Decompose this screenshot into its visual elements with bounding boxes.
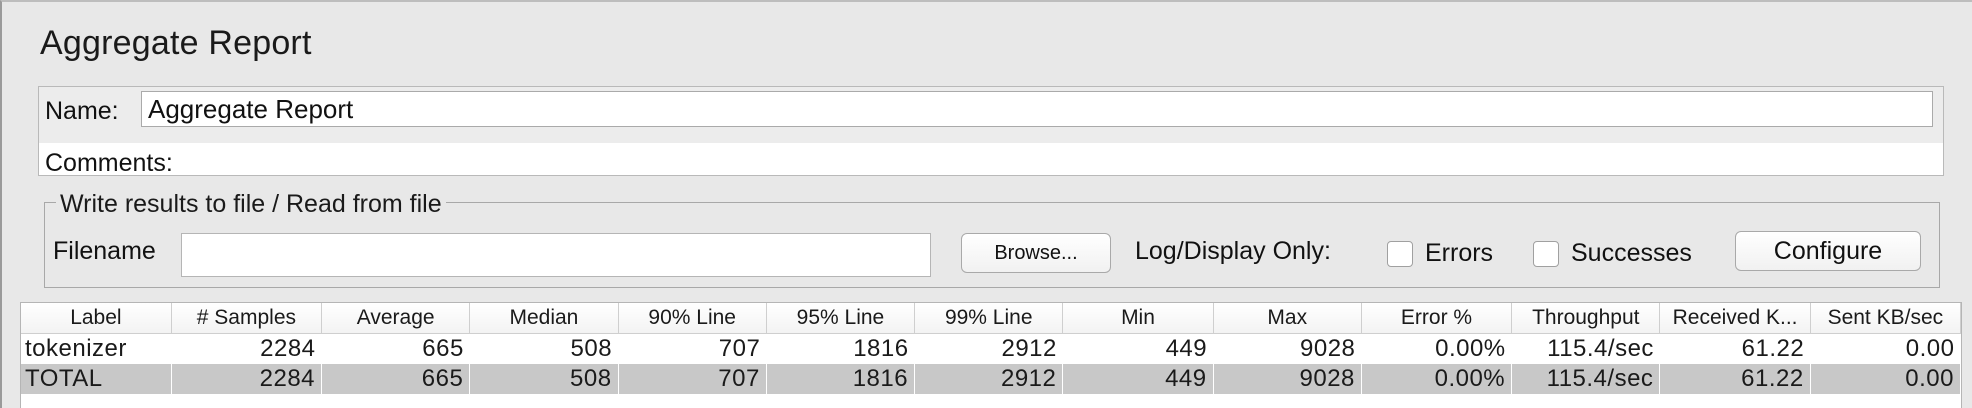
- browse-button[interactable]: Browse...: [961, 233, 1111, 273]
- column-header-throughput[interactable]: Throughput: [1511, 303, 1661, 334]
- table-cell: 508: [469, 333, 619, 364]
- table-cell: 449: [1062, 364, 1214, 394]
- table-cell: 61.22: [1659, 333, 1811, 364]
- table-cell: 2284: [171, 333, 322, 364]
- table-cell: 1816: [766, 333, 915, 364]
- column-header-max[interactable]: Max: [1213, 303, 1362, 334]
- successes-label: Successes: [1571, 239, 1692, 267]
- table-cell: TOTAL: [21, 364, 172, 394]
- column-header-received-kb[interactable]: Received K...: [1659, 303, 1811, 334]
- table-cell: 115.4/sec: [1511, 364, 1661, 394]
- table-cell: 707: [618, 333, 767, 364]
- table-cell: 115.4/sec: [1511, 333, 1660, 364]
- table-cell: 1816: [766, 364, 916, 394]
- file-section-legend: Write results to file / Read from file: [56, 190, 446, 219]
- table-header-row: Label # Samples Average Median 90% Line …: [21, 303, 1961, 334]
- successes-checkbox[interactable]: [1533, 241, 1559, 267]
- table-cell: 449: [1062, 333, 1214, 364]
- table-cell: 665: [321, 364, 471, 394]
- column-header-samples[interactable]: # Samples: [171, 303, 323, 334]
- table-cell: 0.00%: [1361, 364, 1513, 394]
- table-cell: 0.00: [1810, 333, 1961, 364]
- errors-label: Errors: [1425, 239, 1494, 267]
- comments-label: Comments:: [45, 149, 173, 177]
- table-cell: 665: [321, 333, 470, 364]
- table-cell: 2912: [914, 333, 1063, 364]
- column-header-min[interactable]: Min: [1062, 303, 1214, 334]
- column-header-sent-kb[interactable]: Sent KB/sec: [1810, 303, 1961, 334]
- errors-checkbox[interactable]: [1387, 241, 1413, 267]
- name-label: Name:: [45, 97, 119, 125]
- column-header-average[interactable]: Average: [321, 303, 471, 334]
- comments-input[interactable]: [39, 143, 1943, 175]
- table-cell: 508: [469, 364, 619, 394]
- table-cell: 0.00: [1810, 364, 1961, 394]
- column-header-99-line[interactable]: 99% Line: [914, 303, 1064, 334]
- table-cell: 707: [618, 364, 767, 394]
- configure-button[interactable]: Configure: [1735, 231, 1921, 271]
- column-header-label[interactable]: Label: [21, 303, 172, 334]
- filename-input[interactable]: [181, 233, 931, 277]
- table-cell: 9028: [1213, 364, 1362, 394]
- table-cell: 61.22: [1659, 364, 1811, 394]
- table-cell: 0.00%: [1361, 333, 1512, 364]
- filename-label: Filename: [53, 237, 156, 265]
- name-comments-section: Name: Comments:: [38, 86, 1944, 177]
- results-table: Label # Samples Average Median 90% Line …: [20, 302, 1962, 408]
- column-header-95-line[interactable]: 95% Line: [766, 303, 916, 334]
- aggregate-report-panel: Aggregate Report Name: Comments: Filenam…: [0, 0, 1972, 408]
- column-header-median[interactable]: Median: [469, 303, 619, 334]
- table-cell: 9028: [1213, 333, 1362, 364]
- column-header-90-line[interactable]: 90% Line: [618, 303, 767, 334]
- table-cell: tokenizer: [21, 333, 172, 364]
- panel-title: Aggregate Report: [40, 24, 312, 62]
- table-row[interactable]: tokenizer 2284 665 508 707 1816 2912 449…: [21, 333, 1961, 364]
- name-input[interactable]: [141, 91, 1933, 127]
- table-row-total[interactable]: TOTAL 2284 665 508 707 1816 2912 449 902…: [21, 364, 1961, 394]
- table-cell: 2284: [171, 364, 323, 394]
- table-cell: 2912: [914, 364, 1064, 394]
- column-header-error-pct[interactable]: Error %: [1361, 303, 1513, 334]
- log-display-only-label: Log/Display Only:: [1135, 237, 1331, 265]
